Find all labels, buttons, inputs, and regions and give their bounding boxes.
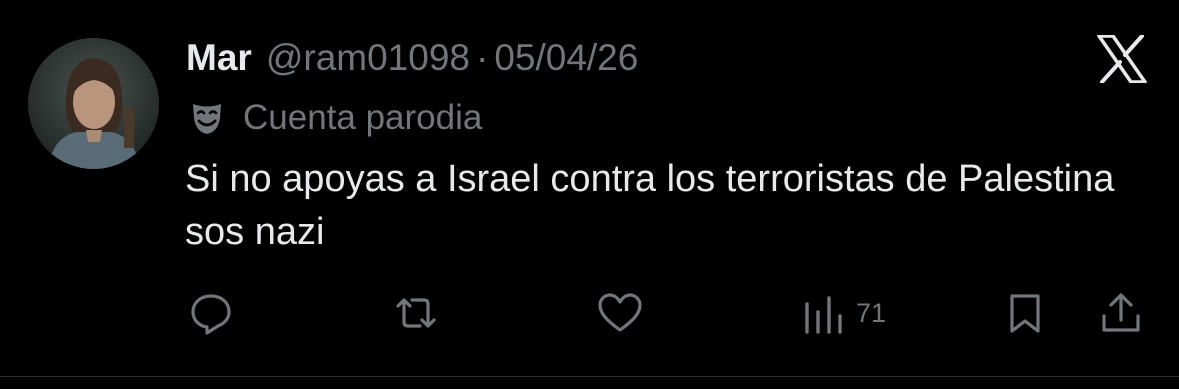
- tweet-date[interactable]: 05/04/26: [494, 37, 638, 79]
- divider: [0, 376, 1179, 377]
- tweet-header: Mar @ram01098 · 05/04/26: [186, 34, 638, 82]
- tweet-text: Si no apoyas a Israel contra los terrori…: [185, 158, 1115, 253]
- reply-button[interactable]: [188, 285, 234, 341]
- bookmark-button[interactable]: [1005, 285, 1045, 341]
- like-button[interactable]: [596, 285, 644, 341]
- parody-account-label: Cuenta parodia: [189, 97, 482, 139]
- avatar-image: [28, 38, 159, 169]
- retweet-button[interactable]: [392, 285, 440, 341]
- bookmark-icon: [1010, 294, 1040, 333]
- user-handle[interactable]: @ram01098: [266, 37, 470, 79]
- views-bar-icon: [805, 296, 842, 334]
- display-name[interactable]: Mar: [186, 37, 252, 79]
- mask-icon: [193, 104, 221, 134]
- tweet-card[interactable]: Mar @ram01098 · 05/04/26 Cuenta parodia …: [0, 0, 1179, 389]
- action-bar: 71: [0, 285, 1179, 341]
- heart-icon: [598, 293, 642, 332]
- x-logo-icon: [1097, 35, 1147, 83]
- separator-dot: ·: [475, 37, 489, 78]
- views-button[interactable]: 71: [800, 285, 886, 341]
- retweet-icon: [396, 298, 436, 328]
- avatar[interactable]: [28, 38, 159, 169]
- views-count: 71: [856, 297, 887, 328]
- parody-label-text: Cuenta parodia: [243, 98, 483, 137]
- reply-icon: [191, 294, 231, 335]
- share-button[interactable]: [1098, 285, 1144, 341]
- share-icon: [1102, 293, 1140, 332]
